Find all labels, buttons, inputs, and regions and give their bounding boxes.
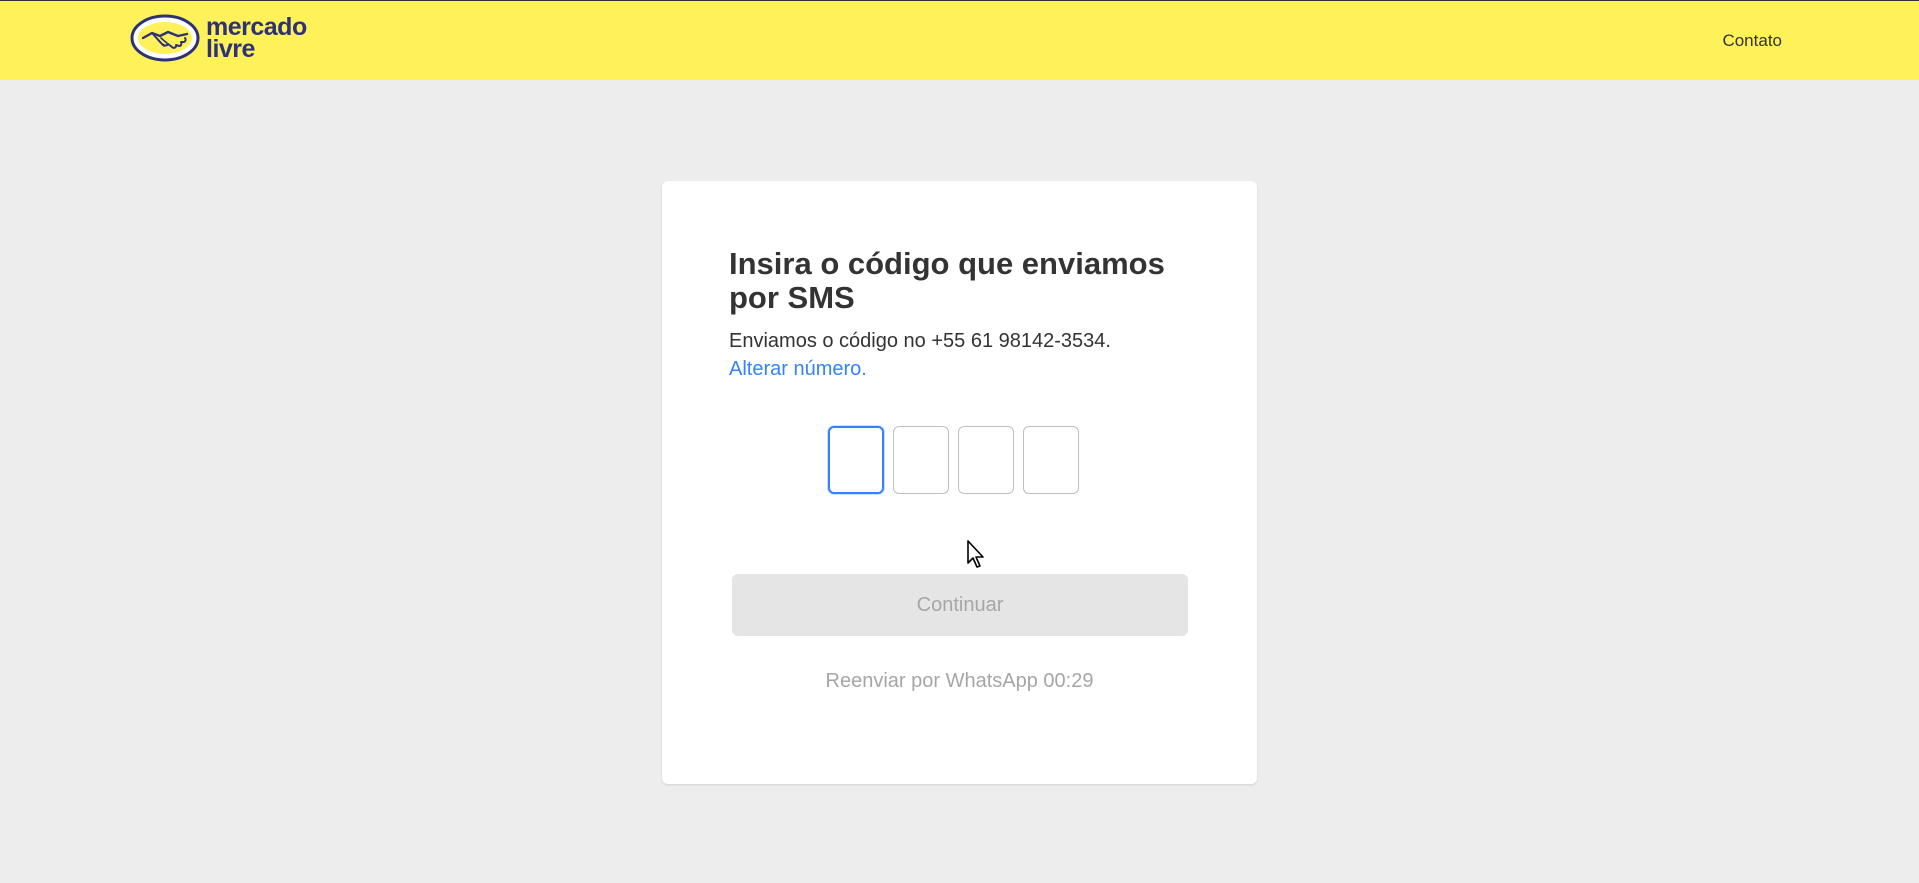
logo-wordmark: mercado livre [206, 15, 307, 63]
continue-button[interactable]: Continuar [732, 574, 1188, 636]
code-digit-4-input[interactable] [1023, 426, 1079, 494]
logo-word-livre: livre [206, 35, 255, 63]
handshake-logo-icon [130, 14, 200, 62]
code-digit-1-input[interactable] [828, 426, 884, 494]
verification-card: Insira o código que enviamos por SMS Env… [662, 181, 1257, 784]
resend-whatsapp-timer[interactable]: Reenviar por WhatsApp 00:29 [662, 670, 1257, 693]
mercado-livre-logo[interactable]: mercado livre [130, 13, 307, 63]
contact-link[interactable]: Contato [1722, 31, 1782, 51]
page-title: Insira o código que enviamos por SMS [729, 246, 1165, 315]
header-bar: mercado livre Contato [0, 0, 1919, 80]
sent-to-text: Enviamos o código no +55 61 98142-3534. [729, 330, 1111, 352]
code-digit-3-input[interactable] [958, 426, 1014, 494]
code-digit-2-input[interactable] [893, 426, 949, 494]
sent-info: Enviamos o código no +55 61 98142-3534. … [729, 327, 1209, 383]
change-number-link[interactable]: Alterar número. [729, 355, 1209, 383]
code-input-group [828, 426, 1079, 494]
mouse-pointer-icon [967, 540, 984, 568]
